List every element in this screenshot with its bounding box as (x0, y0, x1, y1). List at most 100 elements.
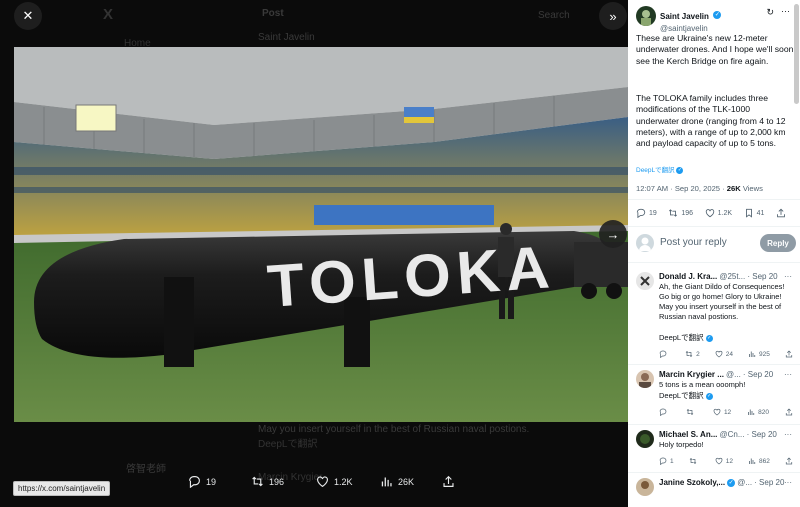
post-views-count: 26K (726, 184, 741, 193)
reply-like-button[interactable]: 12 (715, 457, 733, 465)
divider (628, 199, 800, 200)
post-share-button[interactable] (776, 208, 786, 218)
author-avatar[interactable] (636, 6, 656, 26)
reply-icon (189, 476, 200, 488)
more-options-icon[interactable]: ··· (781, 6, 790, 16)
reply-author-name[interactable]: Marcin Krygier ... (659, 370, 724, 379)
media-repost-button[interactable]: 196 (251, 475, 284, 488)
bg-translate: DeepLで翻訳 (258, 439, 318, 450)
bookmark-icon (745, 208, 752, 218)
reply-handle[interactable]: @Cn... (719, 430, 744, 439)
reply-handle[interactable]: @25t... (719, 272, 745, 281)
more-options-icon[interactable]: ··· (784, 272, 792, 281)
reply-item[interactable]: Janine Szokoly,... ✓ @... · Sep 20 ··· (636, 478, 792, 507)
reply-date[interactable]: · Sep 20 (743, 370, 773, 379)
repost-icon (685, 351, 693, 357)
reply-views-button[interactable]: 925 (748, 350, 770, 358)
reply-icon (659, 408, 667, 416)
heart-icon (317, 476, 328, 488)
author-handle[interactable]: @saintjavelin (660, 24, 721, 33)
translate-link[interactable]: DeepLで翻訳 ✓ (636, 165, 794, 176)
reply-repost-button[interactable]: 2 (685, 350, 700, 358)
reply-date[interactable]: · Sep 20 (754, 478, 784, 487)
translate-badge-icon: ✓ (676, 166, 684, 174)
reply-like-button[interactable]: 12 (713, 408, 731, 416)
translate-badge-icon: ✓ (705, 392, 713, 400)
reply-handle[interactable]: @... (726, 370, 741, 379)
media-reply-button[interactable]: 19 (188, 475, 216, 488)
media-repost-count: 196 (269, 476, 285, 487)
post-header: Saint Javelin ✓ @saintjavelin ↻ ··· (636, 6, 792, 33)
post-repost-count: 196 (681, 209, 694, 217)
reply-item[interactable]: Donald J. Kra... @25t... · Sep 20 ··· Ah… (636, 272, 793, 358)
reply-like-button[interactable]: 24 (715, 350, 733, 358)
media-reply-count: 19 (206, 476, 217, 487)
reply-author-name[interactable]: Donald J. Kra... (659, 272, 717, 281)
reply-translate-link[interactable]: DeepLで翻訳 ✓ (659, 391, 792, 401)
views-chart-icon (749, 351, 756, 357)
reply-stats-row: 1 12 862 (659, 456, 793, 466)
reply-share-button[interactable] (785, 350, 793, 358)
reply-item[interactable]: Marcin Krygier ... @... · Sep 20 ··· 5 t… (636, 370, 793, 420)
author-block[interactable]: Saint Javelin ✓ @saintjavelin (660, 6, 722, 33)
collapse-panel-button[interactable]: » (599, 2, 627, 30)
reply-input[interactable]: Post your reply (660, 237, 727, 248)
post-repost-button[interactable]: 196 (668, 208, 693, 218)
post-like-button[interactable]: 1.2K (705, 208, 732, 218)
reply-date[interactable]: · Sep 20 (747, 430, 777, 439)
reply-avatar[interactable] (636, 430, 654, 448)
post-timestamp[interactable]: 12:07 AM · Sep 20, 2025 · (636, 184, 727, 193)
reply-share-button[interactable] (785, 408, 793, 416)
reply-avatar[interactable] (636, 478, 654, 496)
reply-date[interactable]: · Sep 20 (747, 272, 777, 281)
reply-repost-button[interactable] (686, 408, 697, 416)
reply-views-button[interactable]: 862 (748, 457, 770, 465)
close-button[interactable]: ✕ (14, 2, 42, 30)
reply-author-name[interactable]: Michael S. An... (659, 430, 717, 439)
more-options-icon[interactable]: ··· (784, 370, 792, 379)
author-name[interactable]: Saint Javelin (660, 12, 709, 21)
reply-reply-button[interactable] (659, 350, 670, 358)
heart-icon (705, 209, 714, 218)
post-bookmark-button[interactable]: 41 (744, 208, 764, 218)
reply-repost-button[interactable] (689, 457, 700, 465)
reply-translate-label[interactable]: DeepLで翻訳 (659, 333, 704, 342)
grok-icon[interactable]: ↻ (766, 7, 774, 18)
panel-scrollbar[interactable] (794, 4, 799, 104)
translate-label[interactable]: DeepLで翻訳 (636, 167, 675, 174)
heart-icon (715, 350, 723, 358)
share-icon (443, 475, 454, 487)
post-reply-button[interactable]: 19 (636, 208, 657, 218)
verified-badge-icon: ✓ (713, 10, 722, 19)
reply-icon (636, 208, 646, 218)
more-options-icon[interactable]: ··· (784, 478, 792, 487)
reply-views-count: 925 (759, 350, 770, 358)
views-chart-icon (749, 458, 756, 464)
reply-text: Holy torpedo! (659, 440, 704, 449)
my-avatar (636, 234, 654, 252)
repost-icon (252, 476, 263, 487)
reply-handle[interactable]: @... (737, 478, 752, 487)
reply-button[interactable]: Reply (760, 234, 796, 252)
verified-badge-icon: ✓ (727, 479, 736, 488)
reply-reply-button[interactable]: 1 (659, 457, 674, 465)
reply-views-button[interactable]: 820 (747, 408, 769, 416)
media-like-button[interactable]: 1.2K (316, 475, 353, 488)
reply-header: Janine Szokoly,... ✓ @... · Sep 20 (659, 478, 795, 488)
reply-reply-button[interactable] (659, 408, 670, 416)
reply-author-name[interactable]: Janine Szokoly,... (659, 478, 725, 487)
reply-share-button[interactable] (785, 457, 793, 465)
share-icon (785, 457, 793, 465)
media-views-button[interactable]: 26K (380, 475, 414, 488)
reply-translate-label[interactable]: DeepLで翻訳 (659, 391, 704, 400)
reply-like-count: 12 (723, 408, 732, 416)
reply-avatar[interactable] (636, 272, 654, 290)
next-media-button[interactable]: → (599, 220, 627, 248)
reply-avatar[interactable] (636, 370, 654, 388)
more-options-icon[interactable]: ··· (784, 430, 792, 439)
bg-author: Saint Javelin (258, 32, 315, 43)
reply-like-count: 24 (725, 350, 733, 358)
media-share-button[interactable] (442, 475, 455, 488)
reply-translate-link[interactable]: DeepLで翻訳 ✓ (659, 333, 792, 343)
reply-item[interactable]: Michael S. An... @Cn... · Sep 20 ··· Hol… (636, 430, 793, 468)
